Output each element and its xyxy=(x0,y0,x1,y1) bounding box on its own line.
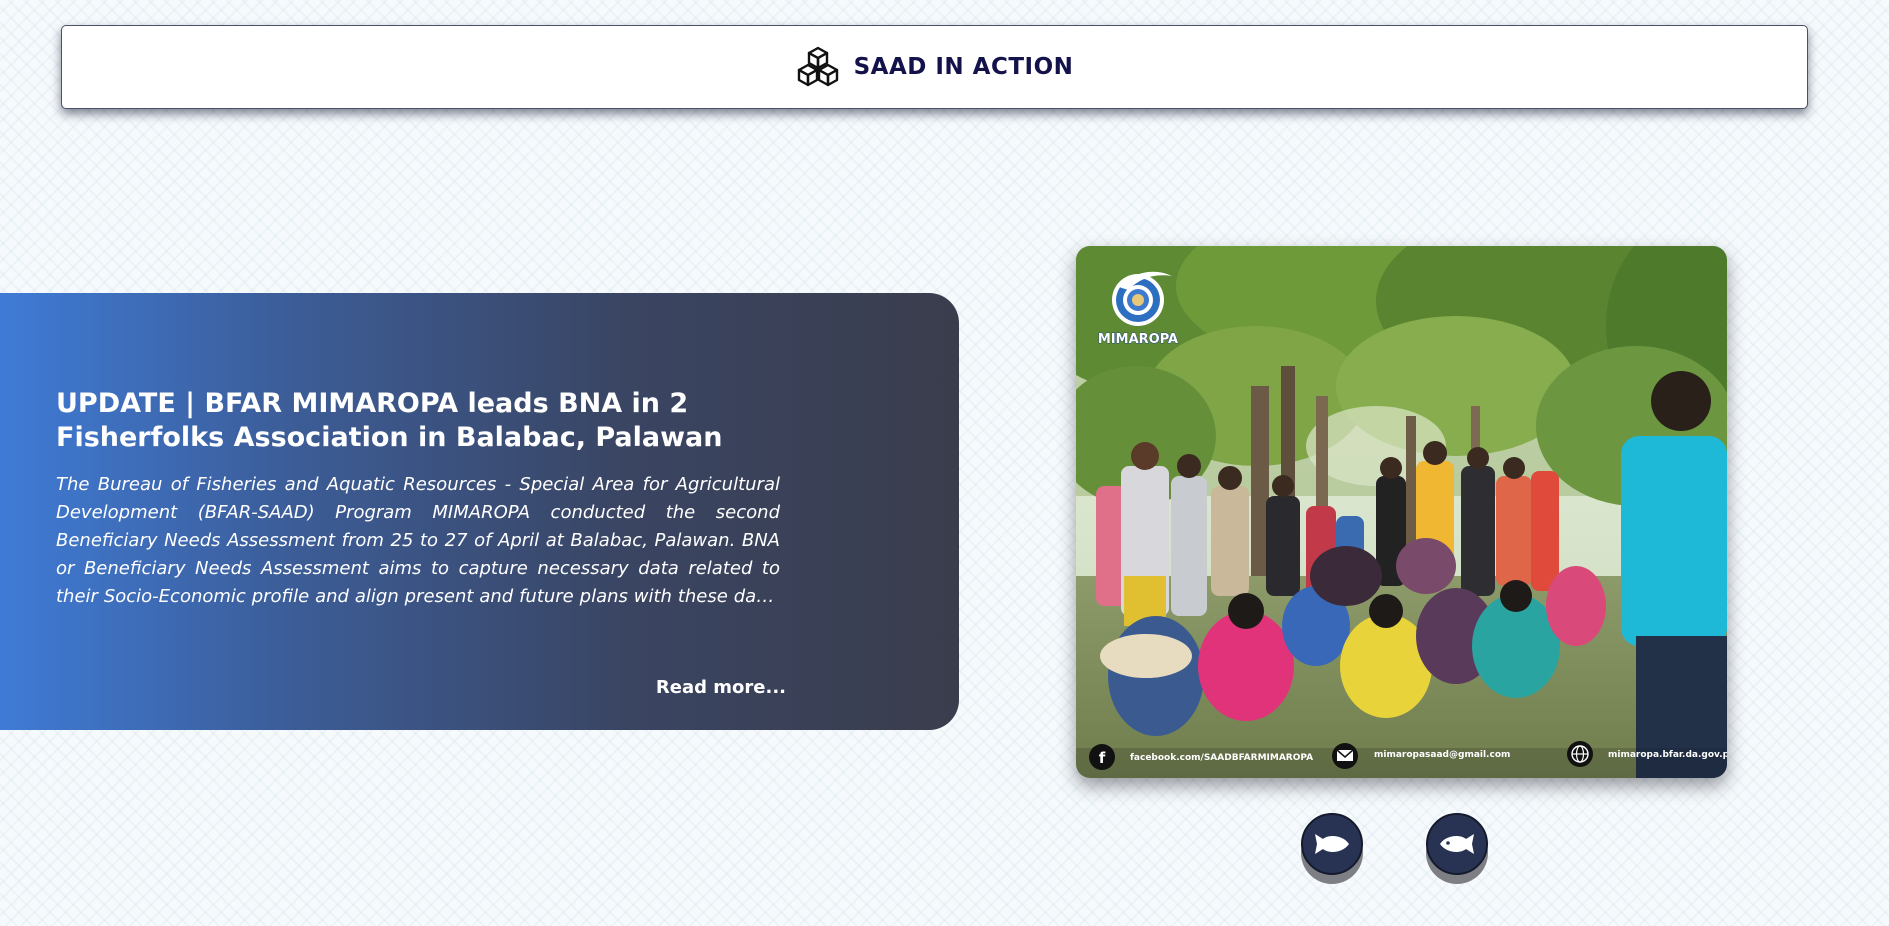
section-title: SAAD IN ACTION xyxy=(853,54,1074,80)
read-more-link[interactable]: Read more... xyxy=(640,677,786,698)
svg-text:f: f xyxy=(1099,749,1106,767)
carousel-prev-button[interactable] xyxy=(1301,813,1363,875)
svg-text:MIMAROPA: MIMAROPA xyxy=(1098,332,1178,347)
carousel-next-button[interactable] xyxy=(1426,813,1488,875)
email-icon xyxy=(1332,743,1358,769)
fish-left-icon xyxy=(1315,834,1349,854)
article-photo: MIMAROPA f facebook.com/SAADBFARMIMAROPA… xyxy=(1076,246,1727,778)
news-card: UPDATE | BFAR MIMAROPA leads BNA in 2 Fi… xyxy=(0,293,959,730)
facebook-handle: facebook.com/SAADBFARMIMAROPA xyxy=(1130,753,1313,763)
website-url: mimaropa.bfar.da.gov.ph xyxy=(1608,750,1727,760)
article-excerpt: The Bureau of Fisheries and Aquatic Reso… xyxy=(56,474,780,607)
email-address: mimaropasaad@gmail.com xyxy=(1374,750,1510,760)
facebook-icon: f xyxy=(1089,744,1115,770)
section-header: SAAD IN ACTION xyxy=(61,25,1808,109)
photo-illustration: MIMAROPA f facebook.com/SAADBFARMIMAROPA… xyxy=(1076,246,1727,778)
article-title: UPDATE | BFAR MIMAROPA leads BNA in 2 Fi… xyxy=(56,388,723,453)
globe-icon xyxy=(1567,741,1593,767)
cubes-icon xyxy=(797,46,838,87)
fish-right-icon xyxy=(1440,834,1474,854)
